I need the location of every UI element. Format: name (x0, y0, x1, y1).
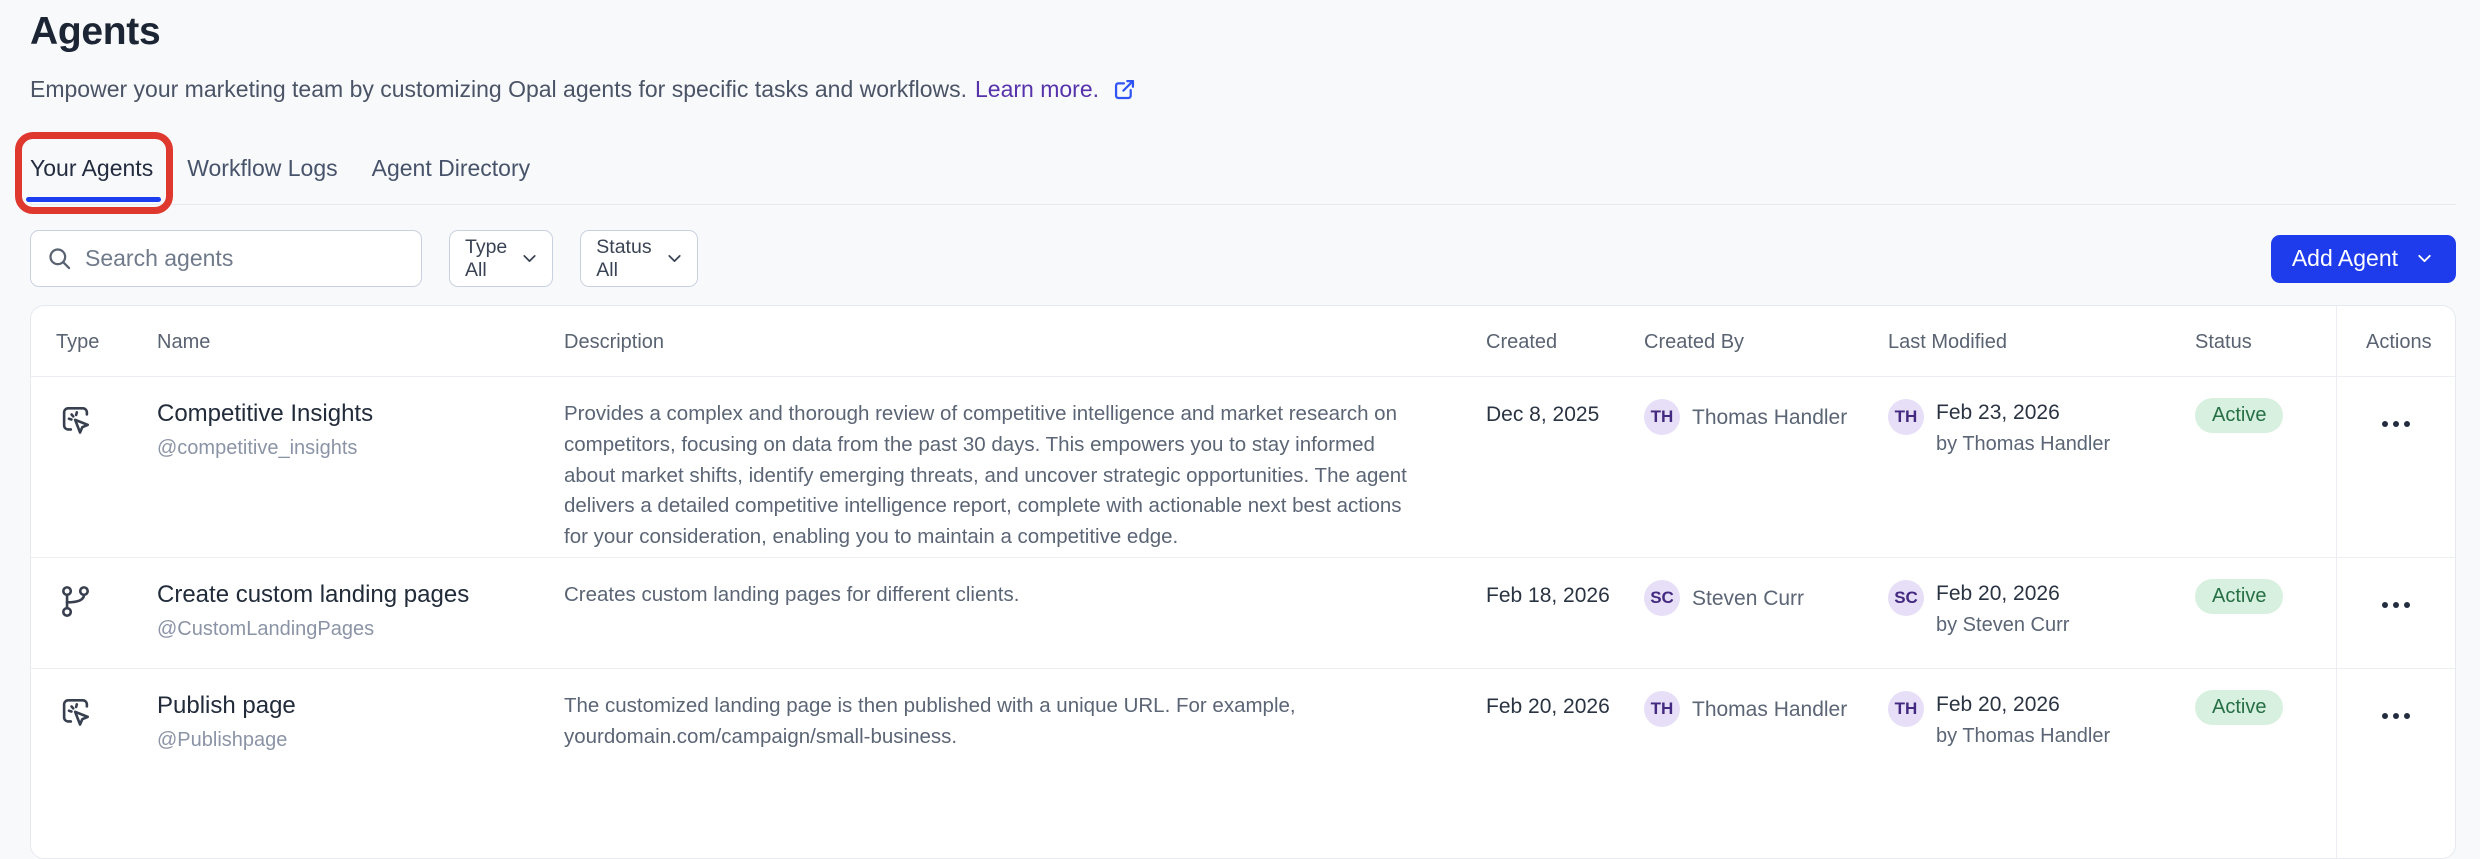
type-filter-dropdown[interactable]: Type All (449, 230, 553, 287)
column-header-type: Type (31, 306, 157, 376)
agent-handle: @CustomLandingPages (157, 618, 564, 641)
column-header-last-modified: Last Modified (1888, 306, 2195, 376)
status-badge: Active (2195, 579, 2283, 614)
learn-more-link[interactable]: Learn more. (975, 76, 1099, 103)
avatar: TH (1888, 399, 1924, 435)
avatar: TH (1644, 399, 1680, 435)
column-header-name: Name (157, 306, 564, 376)
created-date: Feb 18, 2026 (1486, 558, 1644, 668)
ellipsis-icon (2382, 602, 2388, 608)
status-badge: Active (2195, 690, 2283, 725)
agents-page: Agents Empower your marketing team by cu… (0, 0, 2480, 859)
app-click-icon (56, 693, 95, 732)
agent-name[interactable]: Competitive Insights (157, 400, 564, 428)
chevron-down-icon (664, 248, 685, 269)
status-filter-dropdown[interactable]: Status All (580, 230, 697, 287)
table-row: Create custom landing pages @CustomLandi… (31, 557, 2455, 668)
chevron-down-icon (519, 248, 540, 269)
status-badge: Active (2195, 398, 2283, 433)
row-actions-button[interactable] (2376, 413, 2416, 435)
external-link-icon[interactable] (1111, 76, 1138, 103)
created-date: Dec 8, 2025 (1486, 377, 1644, 557)
agent-description: Provides a complex and thorough review o… (564, 377, 1486, 557)
row-actions-button[interactable] (2376, 594, 2416, 616)
git-branch-icon (56, 582, 95, 621)
table-row: Competitive Insights @competitive_insigh… (31, 376, 2455, 557)
status-filter-label: Status (596, 236, 651, 259)
avatar: TH (1644, 691, 1680, 727)
tab-bar: Your Agents Workflow Logs Agent Director… (30, 155, 2456, 205)
ellipsis-icon (2382, 421, 2388, 427)
column-header-actions: Actions (2336, 306, 2455, 376)
tab-workflow-logs[interactable]: Workflow Logs (187, 155, 337, 204)
avatar: SC (1888, 580, 1924, 616)
toolbar: Type All Status All Add Agent (30, 230, 2456, 287)
created-by: TH Thomas Handler (1644, 669, 1888, 858)
last-modified: TH Feb 23, 2026 by Thomas Handler (1888, 377, 2195, 557)
type-filter-value: All (465, 259, 507, 282)
app-click-icon (56, 401, 95, 440)
last-modified: TH Feb 20, 2026 by Thomas Handler (1888, 669, 2195, 858)
created-date: Feb 20, 2026 (1486, 669, 1644, 858)
last-modified-date: Feb 23, 2026 (1936, 401, 2110, 425)
avatar: TH (1888, 691, 1924, 727)
tab-your-agents[interactable]: Your Agents (30, 155, 153, 204)
table-body: Competitive Insights @competitive_insigh… (31, 376, 2455, 858)
table-header-row: Type Name Description Created Created By… (31, 306, 2455, 376)
table-row: Publish page @Publishpage The customized… (31, 668, 2455, 858)
add-agent-button[interactable]: Add Agent (2271, 235, 2456, 283)
type-filter-label: Type (465, 236, 507, 259)
created-by: SC Steven Curr (1644, 558, 1888, 668)
column-header-created-by: Created By (1644, 306, 1888, 376)
last-modified-by: by Thomas Handler (1936, 725, 2110, 748)
chevron-down-icon (2414, 248, 2435, 269)
ellipsis-icon (2382, 713, 2388, 719)
avatar: SC (1644, 580, 1680, 616)
column-header-description: Description (564, 306, 1486, 376)
agents-table: Type Name Description Created Created By… (30, 305, 2456, 859)
last-modified-date: Feb 20, 2026 (1936, 582, 2069, 606)
search-icon (46, 245, 73, 272)
column-header-created: Created (1486, 306, 1644, 376)
created-by-name: Thomas Handler (1692, 698, 1847, 722)
search-input[interactable] (30, 230, 422, 287)
agent-name[interactable]: Publish page (157, 692, 564, 720)
add-agent-label: Add Agent (2292, 245, 2398, 272)
agent-name[interactable]: Create custom landing pages (157, 581, 564, 609)
page-subtitle: Empower your marketing team by customizi… (30, 76, 2456, 103)
row-actions-button[interactable] (2376, 705, 2416, 727)
status-filter-value: All (596, 259, 651, 282)
subtitle-text: Empower your marketing team by customizi… (30, 76, 967, 103)
agent-description: Creates custom landing pages for differe… (564, 558, 1486, 668)
created-by-name: Thomas Handler (1692, 406, 1847, 430)
created-by-name: Steven Curr (1692, 587, 1804, 611)
agent-description: The customized landing page is then publ… (564, 669, 1486, 858)
search-box (30, 230, 422, 287)
last-modified-by: by Steven Curr (1936, 614, 2069, 637)
last-modified-date: Feb 20, 2026 (1936, 693, 2110, 717)
tab-agent-directory[interactable]: Agent Directory (372, 155, 531, 204)
agent-handle: @competitive_insights (157, 437, 564, 460)
agent-handle: @Publishpage (157, 729, 564, 752)
column-header-status: Status (2195, 306, 2336, 376)
page-title: Agents (30, 10, 2456, 54)
last-modified: SC Feb 20, 2026 by Steven Curr (1888, 558, 2195, 668)
created-by: TH Thomas Handler (1644, 377, 1888, 557)
last-modified-by: by Thomas Handler (1936, 433, 2110, 456)
